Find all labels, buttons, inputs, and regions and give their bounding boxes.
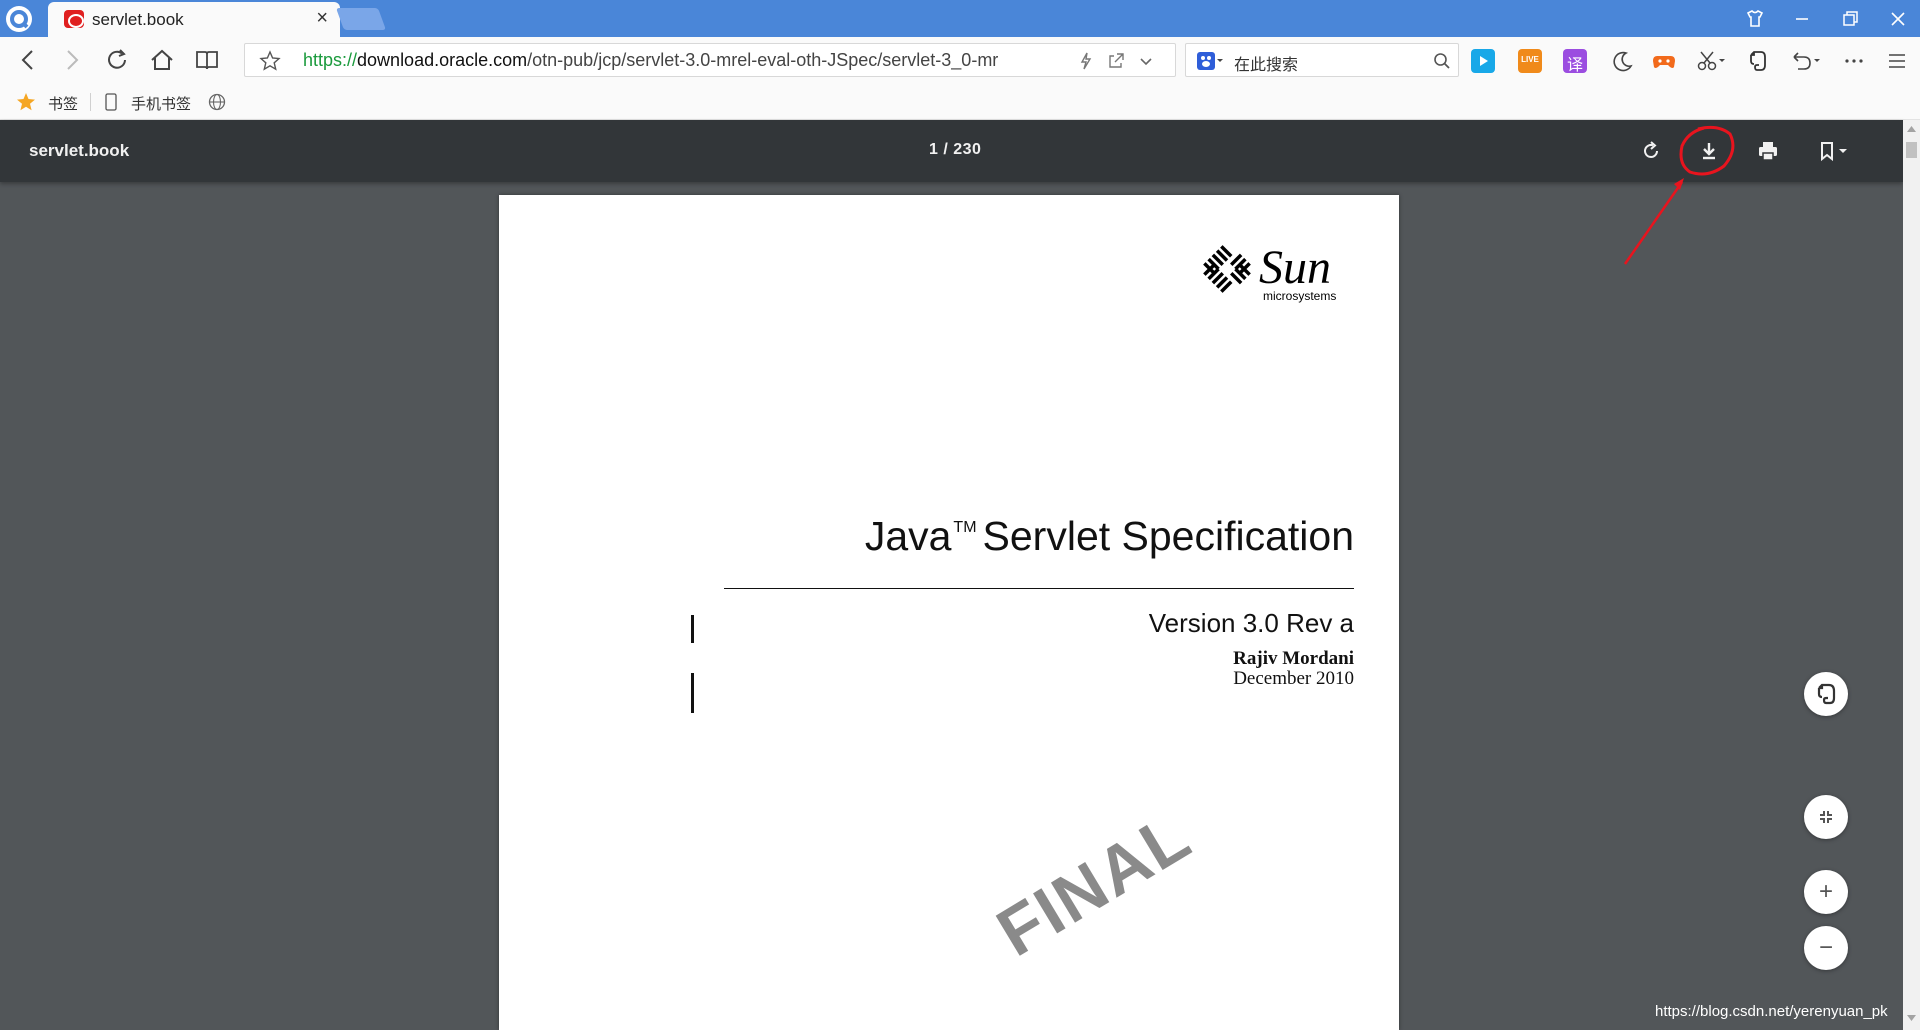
navigation-bar: https://download.oracle.com/otn-pub/jcp/… [0,37,1920,83]
close-window-button[interactable] [1886,7,1910,31]
source-watermark-url: https://blog.csdn.net/yerenyuan_pk [1655,1003,1888,1020]
zoom-in-icon: + [1818,878,1833,905]
forward-button[interactable] [58,46,86,74]
search-box[interactable]: 在此搜索 [1185,43,1459,77]
translate-extension-icon[interactable]: 译 [1563,49,1587,74]
live-extension-label: LIVE [1521,55,1539,64]
new-tab-button[interactable] [335,8,387,30]
title-rest: Servlet Specification [982,513,1354,559]
globe-icon[interactable] [207,92,227,112]
undo-close-tab-icon[interactable] [1788,49,1824,73]
home-button[interactable] [148,46,176,74]
evernote-clip-button[interactable] [1804,672,1848,716]
flash-icon[interactable] [1077,51,1095,71]
bookmark-menu-icon[interactable] [1812,136,1856,166]
screenshot-scissors-icon[interactable] [1695,49,1731,73]
tab-bar: servlet.book × [0,0,1920,37]
menu-icon[interactable] [1885,49,1909,73]
document-title: Java TM Servlet Specification [865,513,1354,560]
video-extension-icon[interactable] [1471,49,1495,73]
restore-button[interactable] [1838,7,1862,31]
final-watermark: FINAL [984,797,1204,972]
share-icon[interactable] [1106,51,1126,71]
fit-to-page-button[interactable] [1804,795,1848,839]
search-input[interactable]: 在此搜索 [1234,51,1298,75]
annotation-circle-arrow [1623,125,1735,265]
pdf-page: Sun microsystems Java TM Servlet Specifica… [499,195,1399,1030]
pdf-document-title: servlet.book [29,141,130,160]
bookmark-item-mobile[interactable]: 手机书签 [131,93,191,114]
bookmark-star-icon [16,92,36,112]
scroll-down-arrow-icon[interactable] [1907,1015,1916,1021]
night-mode-icon[interactable] [1611,49,1635,73]
url-path: /otn-pub/jcp/servlet-3.0-mrel-eval-oth-J… [527,50,999,70]
vertical-scrollbar[interactable] [1903,120,1920,1030]
reload-button[interactable] [104,46,132,74]
minimize-button[interactable] [1790,7,1814,31]
logo-subtext: microsystems [1263,289,1336,303]
more-options-icon[interactable] [1842,49,1866,73]
bookmark-item-bookmarks[interactable]: 书签 [48,93,78,114]
zoom-out-button[interactable]: − [1804,926,1848,970]
title-trademark: TM [953,519,977,536]
skin-icon[interactable] [1743,7,1767,31]
tab-title: servlet.book [92,10,184,29]
baidu-paw-icon[interactable] [1196,51,1224,71]
scrollbar-thumb[interactable] [1906,142,1917,158]
tab-close-button[interactable]: × [316,8,328,28]
url-text[interactable]: https://download.oracle.com/otn-pub/jcp/… [303,50,1063,71]
scroll-up-arrow-icon[interactable] [1907,126,1916,132]
print-icon[interactable] [1753,136,1783,166]
document-date: December 2010 [1233,668,1354,689]
address-bar[interactable]: https://download.oracle.com/otn-pub/jcp/… [244,43,1176,77]
oracle-favicon-icon [64,10,84,28]
sun-microsystems-logo: Sun microsystems [1199,239,1359,305]
url-host: download.oracle.com [357,50,528,70]
search-icon[interactable] [1432,51,1452,71]
bookmarks-bar: 书签 手机书签 [0,83,1920,120]
zoom-out-icon: − [1818,934,1833,961]
favorite-star-icon[interactable] [259,50,281,72]
reading-mode-icon[interactable] [193,46,221,74]
title-rule [724,588,1354,589]
back-button[interactable] [14,46,42,74]
tab-servlet-book[interactable]: servlet.book × [48,2,340,37]
page-indicator[interactable]: 1 / 230 [929,141,981,159]
change-bar [691,615,694,643]
game-extension-icon[interactable] [1651,49,1675,73]
chevron-down-icon[interactable] [1137,52,1155,70]
logo-wordmark: Sun [1259,241,1331,294]
mobile-phone-icon [104,93,118,111]
title-java: Java [864,513,952,559]
evernote-extension-icon[interactable] [1745,49,1769,73]
zoom-in-button[interactable]: + [1804,870,1848,914]
url-scheme: https:// [303,50,358,70]
document-author: Rajiv Mordani [1233,648,1354,669]
browser-logo-icon[interactable] [6,6,32,32]
document-version: Version 3.0 Rev a [1148,608,1354,638]
live-extension-icon[interactable]: LIVE [1518,49,1542,73]
translate-extension-label: 译 [1566,57,1583,74]
change-bar [691,673,694,713]
bookmark-divider [90,93,91,111]
